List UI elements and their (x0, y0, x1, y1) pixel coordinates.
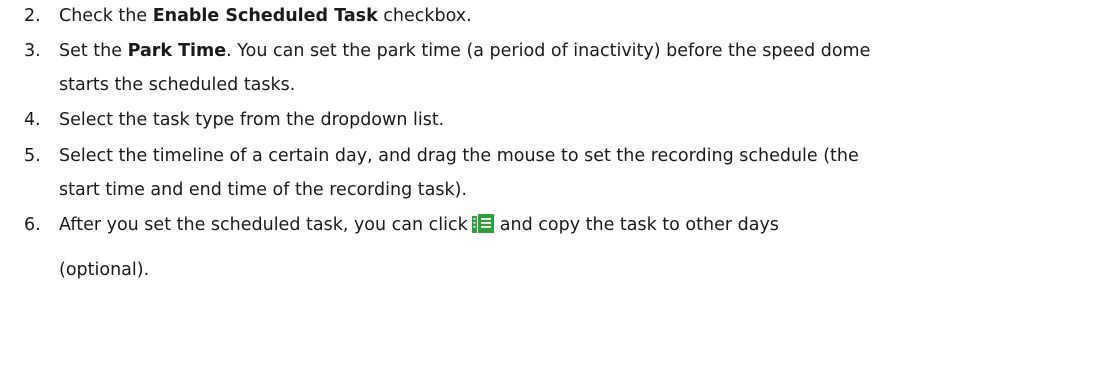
step-text: After you set the scheduled task, you ca… (59, 212, 779, 243)
step-text-continued: (optional). (59, 260, 150, 280)
park-time-term: Park Time (127, 41, 227, 61)
step-text-continued: starts the scheduled tasks. (59, 75, 296, 95)
step-number: 2. (24, 6, 41, 26)
copy-to-days-icon (471, 214, 494, 243)
step-text-post: and copy the task to other days (499, 215, 779, 235)
step-number: 6. (24, 215, 41, 235)
step-text-pre: Check the (59, 6, 153, 26)
step-text-post: . You can set the park time (a period of… (226, 41, 871, 61)
step-text-post: checkbox. (377, 6, 472, 26)
enable-scheduled-task-term: Enable Scheduled Task (152, 6, 378, 26)
step-text: Check the Enable Scheduled Task checkbox… (59, 3, 472, 30)
step-text-pre: Set the (59, 41, 128, 61)
step-text-continued: start time and end time of the recording… (59, 180, 468, 200)
step-text-pre: After you set the scheduled task, you ca… (59, 215, 468, 235)
step-number: 4. (24, 110, 41, 130)
step-text: Set the Park Time. You can set the park … (59, 38, 870, 65)
step-text: Select the timeline of a certain day, an… (59, 146, 859, 166)
step-number: 3. (24, 41, 41, 61)
step-number: 5. (24, 146, 41, 166)
step-text: Select the task type from the dropdown l… (59, 110, 445, 130)
